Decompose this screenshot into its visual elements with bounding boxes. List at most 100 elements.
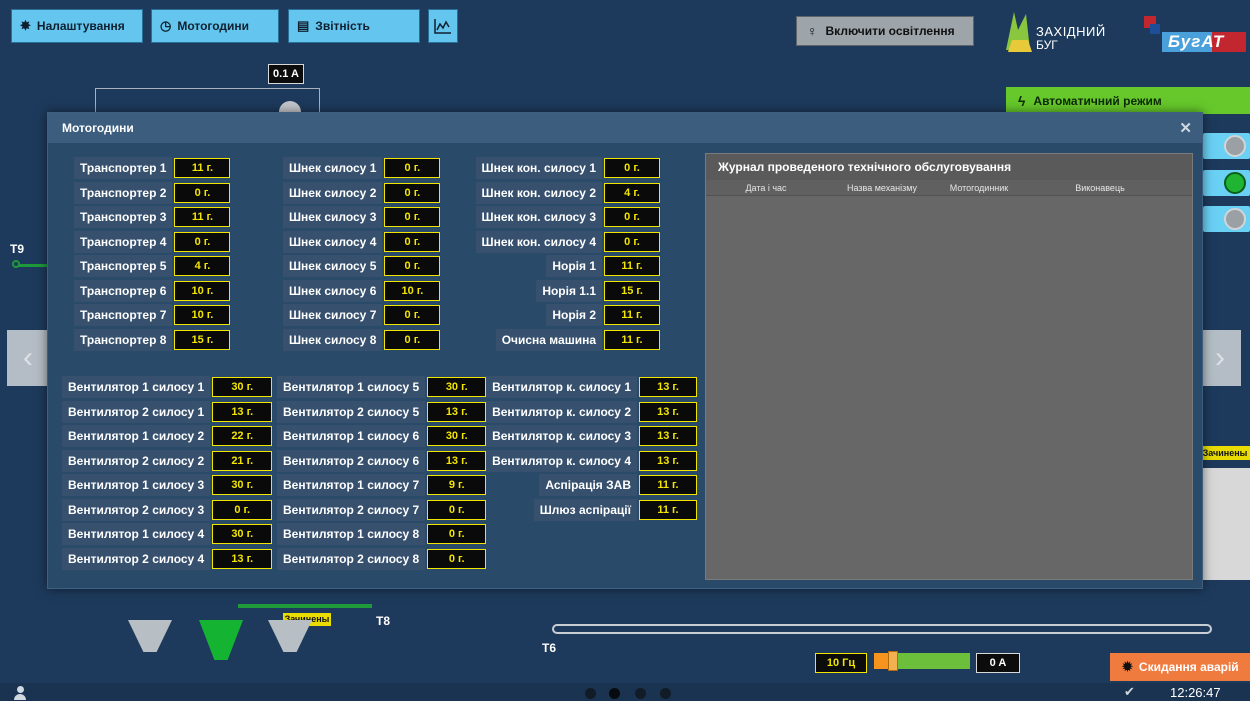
current-readout-bottom: 0 A: [976, 653, 1020, 673]
lightbulb-icon: ♀: [807, 23, 818, 39]
motor-hours-value: 11 г.: [604, 329, 660, 350]
motor-hours-value: 9 г.: [427, 475, 487, 495]
switch-2-lamp: [1224, 172, 1246, 194]
lighting-button[interactable]: ♀ Включити освітлення: [796, 16, 974, 46]
mechanism-label: Шнек силосу 7: [283, 304, 383, 326]
conveyor-t8-label: T8: [376, 614, 391, 628]
motor-hours-item: Вентилятор 1 силосу 79 г.: [277, 474, 487, 496]
motor-hours-value: 0 г.: [384, 182, 441, 203]
motor-hours-value: 0 г.: [427, 499, 487, 520]
reset-alarms-button[interactable]: ✹ Скидання аварій: [1110, 653, 1250, 681]
next-page-arrow[interactable]: ›: [1199, 330, 1241, 386]
page-dot-4[interactable]: [660, 688, 671, 699]
mechanism-label: Шнек силосу 8: [283, 328, 383, 351]
motor-hours-item: Шнек кон. силосу 10 г.: [475, 157, 660, 179]
motor-hours-value: 0 г.: [604, 158, 660, 178]
mechanism-label: Норія 1.1: [536, 279, 602, 302]
motor-hours-item: Вентилятор 2 силосу 70 г.: [277, 498, 487, 521]
switch-3[interactable]: [1203, 206, 1250, 232]
motor-hours-value: 11 г.: [639, 499, 697, 520]
hopper-3: [268, 620, 312, 652]
motor-hours-value: 22 г.: [212, 426, 273, 446]
auto-mode-indicator[interactable]: ϟ Автоматичний режим: [1006, 87, 1250, 114]
mechanism-label: Транспортер 4: [74, 230, 173, 253]
motor-hours-item: Транспортер 40 г.: [74, 230, 231, 253]
motor-hours-item: Шнек силосу 80 г.: [283, 328, 441, 351]
motor-hours-value: 30 г.: [212, 377, 273, 397]
reports-label: Звітність: [315, 19, 370, 33]
mechanism-label: Вентилятор к. силосу 2: [486, 400, 637, 423]
mechanism-label: Вентилятор 1 силосу 7: [277, 474, 426, 496]
motor-hours-value: 21 г.: [212, 450, 273, 471]
motor-hours-value: 11 г.: [604, 305, 660, 325]
mechanism-label: Шлюз аспірації: [533, 498, 637, 521]
mechanism-label: Шнек силосу 6: [283, 279, 383, 302]
mechanism-label: Норія 2: [546, 304, 602, 326]
mechanism-label: Вентилятор 2 силосу 2: [62, 449, 211, 472]
mechanism-label: Вентилятор 2 силосу 4: [62, 547, 211, 570]
conveyor-t8: [238, 604, 372, 608]
logo-text-line1: ЗАХІДНИЙ: [1036, 24, 1106, 39]
frequency-slider-knob[interactable]: [888, 651, 899, 671]
user-icon[interactable]: [14, 686, 26, 700]
mechanism-label: Шнек силосу 5: [283, 255, 383, 277]
motor-hours-value: 15 г.: [604, 280, 660, 301]
hopper-1: [128, 620, 172, 652]
motor-hours-item: Вентилятор 1 силосу 2 22 г.: [62, 425, 273, 447]
motor-hours-item: Норія 1 11 г.: [546, 255, 660, 277]
reports-button[interactable]: ▤ Звітність: [288, 9, 420, 43]
motor-hours-item: Транспортер 8 15 г.: [74, 328, 231, 351]
motor-hours-button[interactable]: ◷ Мотогодини: [151, 9, 279, 43]
switch-1-lamp: [1224, 135, 1246, 157]
frequency-readout: 10 Гц: [815, 653, 867, 673]
dialog-header: Мотогодини ✕: [48, 113, 1202, 143]
mechanism-label: Вентилятор 2 силосу 1: [62, 400, 211, 423]
mechanism-label: Вентилятор 2 силосу 7: [277, 498, 426, 521]
motor-hours-value: 11 г.: [174, 207, 231, 227]
motor-hours-item: Транспортер 20 г.: [74, 181, 231, 204]
journal-col-motor-hours[interactable]: Мотогодинник: [938, 180, 1020, 195]
motor-hours-value: 0 г.: [427, 548, 487, 569]
conveyor-t9-label: T9: [10, 242, 25, 256]
mechanism-label: Шнек силосу 1: [283, 157, 383, 179]
journal-col-executor[interactable]: Виконавець: [1020, 180, 1180, 195]
motor-hours-value: 30 г.: [427, 426, 487, 446]
settings-label: Налаштування: [36, 19, 125, 33]
mechanism-label: Транспортер 2: [74, 181, 173, 204]
motor-hours-item: Шнек силосу 10 г.: [283, 157, 441, 179]
motor-hours-item: Вентилятор 1 силосу 5 30 г.: [277, 376, 487, 398]
mechanism-label: Вентилятор 1 силосу 8: [277, 523, 426, 545]
motor-hours-value: 13 г.: [639, 377, 697, 397]
motor-hours-value: 10 г.: [174, 280, 231, 301]
motor-hours-value: 13 г.: [639, 450, 697, 471]
switch-2[interactable]: [1203, 170, 1250, 196]
page-dot-3[interactable]: [635, 688, 646, 699]
journal-header-row: Дата і час Назва механізму Мотогодинник …: [706, 180, 1192, 196]
mechanism-label: Шнек силосу 2: [283, 181, 383, 204]
mechanism-label: Шнек кон. силосу 1: [475, 157, 602, 179]
motor-hours-value: 30 г.: [427, 377, 487, 397]
switch-1[interactable]: [1203, 133, 1250, 159]
motor-hours-value: 13 г.: [212, 548, 273, 569]
motor-hours-label: Мотогодини: [177, 19, 250, 33]
trend-chart-button[interactable]: [428, 9, 458, 43]
motor-hours-item: Вентилятор к. силосу 1 13 г.: [486, 376, 697, 398]
motor-hours-value: 0 г.: [174, 231, 231, 252]
auto-mode-label: Автоматичний режим: [1033, 93, 1162, 108]
journal-col-datetime[interactable]: Дата і час: [706, 180, 826, 195]
report-icon: ▤: [297, 18, 310, 33]
motor-hours-item: Вентилятор 1 силосу 3 30 г.: [62, 474, 273, 496]
mechanism-label: Вентилятор к. силосу 1: [486, 376, 637, 398]
motor-hours-value: 0 г.: [604, 207, 660, 227]
mechanism-label: Шнек кон. силосу 4: [475, 230, 602, 253]
page-dot-2[interactable]: [609, 688, 620, 699]
page-dot-1[interactable]: [585, 688, 596, 699]
journal-col-mechanism[interactable]: Назва механізму: [826, 180, 938, 195]
mechanism-label: Транспортер 5: [74, 255, 173, 277]
motor-hours-item: Транспортер 7 10 г.: [74, 304, 231, 326]
prev-page-arrow[interactable]: ‹: [7, 330, 49, 386]
settings-button[interactable]: ✸ Налаштування: [11, 9, 143, 43]
mechanism-label: Очисна машина: [495, 328, 602, 351]
close-icon[interactable]: ✕: [1179, 119, 1192, 137]
lighting-label: Включити освітлення: [825, 24, 955, 38]
